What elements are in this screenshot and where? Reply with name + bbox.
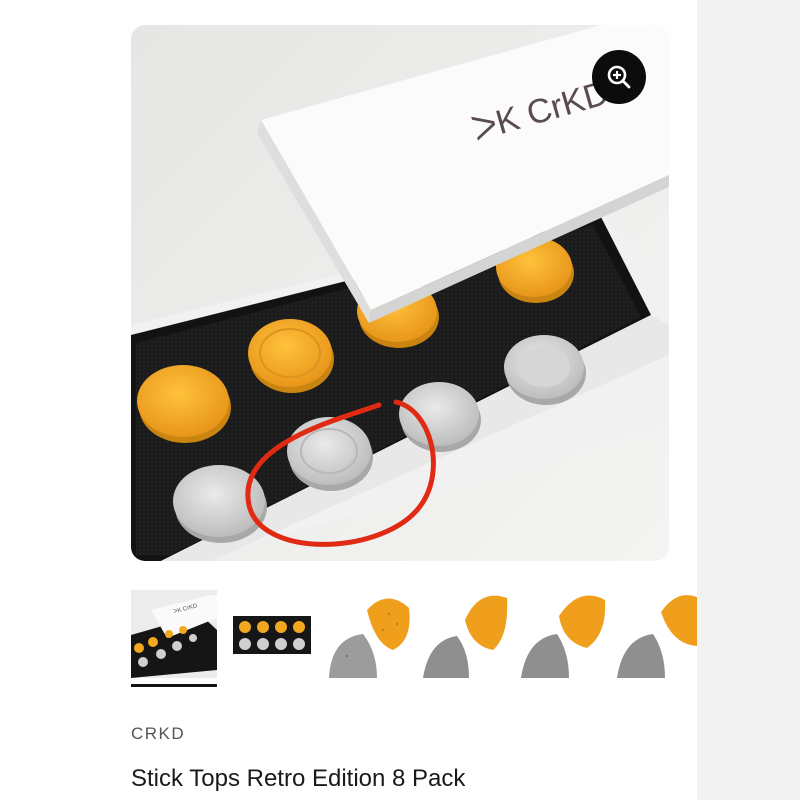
thumbnail-concave-tops[interactable] — [423, 590, 509, 678]
thumbnail-textured-domed-tops[interactable] — [327, 590, 413, 678]
page-side-background — [697, 0, 800, 800]
thumbnail-selected-indicator — [131, 684, 217, 687]
thumbnail-convex-tops[interactable] — [521, 590, 607, 678]
product-main-image[interactable]: ᐳK CrKD — [131, 25, 669, 561]
thumbnail-strip: ᐳK CrKD — [131, 590, 697, 690]
thumbnail-tray-top-view[interactable] — [231, 590, 317, 678]
zoom-in-icon — [607, 65, 631, 89]
product-brand[interactable]: CRKD — [131, 724, 185, 744]
thumbnail-open-box[interactable]: ᐳK CrKD — [131, 590, 217, 678]
product-title: Stick Tops Retro Edition 8 Pack — [131, 765, 466, 792]
thumbnail-ringed-tops[interactable] — [617, 590, 697, 678]
zoom-button[interactable] — [592, 50, 646, 104]
